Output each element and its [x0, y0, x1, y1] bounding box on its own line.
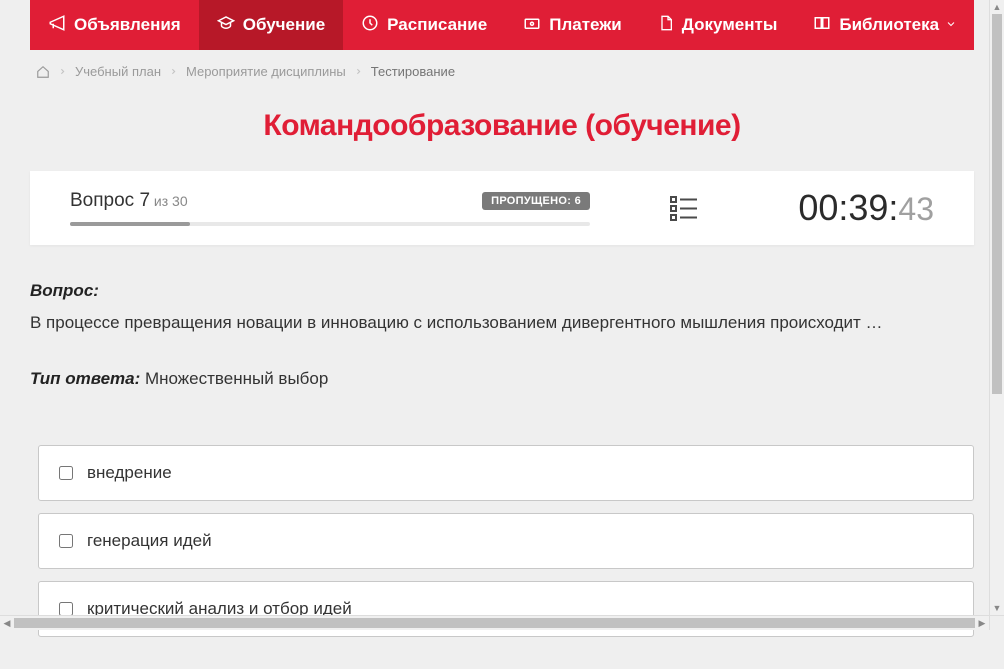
- breadcrumb: Учебный план Мероприятие дисциплины Тест…: [36, 64, 974, 79]
- progress-block: Вопрос 7 из 30 ПРОПУЩЕНО: 6: [70, 190, 590, 226]
- chevron-right-icon: [354, 64, 363, 79]
- payment-icon: [523, 14, 541, 37]
- timer-seconds: 43: [898, 191, 934, 228]
- question-area: Вопрос: В процессе превращения новации в…: [30, 281, 974, 389]
- progress-bar: [70, 222, 590, 226]
- nav-label: Платежи: [549, 15, 622, 35]
- cap-icon: [217, 14, 235, 37]
- document-icon: [658, 14, 674, 37]
- options-list: внедрение генерация идей критический ана…: [38, 445, 974, 637]
- timer: 00:39:43: [798, 187, 934, 229]
- option-checkbox[interactable]: [59, 466, 73, 480]
- home-icon[interactable]: [36, 65, 50, 79]
- nav-label: Расписание: [387, 15, 487, 35]
- skipped-badge: ПРОПУЩЕНО: 6: [482, 192, 590, 210]
- question-total: из 30: [150, 193, 188, 209]
- main-nav: Объявления Обучение Расписание Платежи Д…: [30, 0, 974, 50]
- megaphone-icon: [48, 14, 66, 37]
- breadcrumb-link-plan[interactable]: Учебный план: [75, 64, 161, 79]
- quiz-panel: Вопрос 7 из 30 ПРОПУЩЕНО: 6 00:39:43: [30, 171, 974, 245]
- nav-label: Документы: [682, 15, 778, 35]
- nav-payments[interactable]: Платежи: [505, 0, 640, 50]
- nav-label: Обучение: [243, 15, 325, 35]
- book-icon: [813, 14, 831, 37]
- timer-main: 00:39:: [798, 187, 898, 229]
- scroll-right-arrow[interactable]: ▶: [975, 616, 989, 631]
- option-checkbox[interactable]: [59, 534, 73, 548]
- option-1[interactable]: внедрение: [38, 445, 974, 501]
- answer-type-label: Тип ответа:: [30, 369, 140, 388]
- clock-icon: [361, 14, 379, 37]
- chevron-right-icon: [169, 64, 178, 79]
- page-title: Командообразование (обучение): [0, 109, 1004, 143]
- scroll-down-arrow[interactable]: ▼: [990, 601, 1004, 615]
- chevron-down-icon: [945, 15, 957, 35]
- nav-schedule[interactable]: Расписание: [343, 0, 505, 50]
- progress-fill: [70, 222, 190, 226]
- nav-label: Библиотека: [839, 15, 939, 35]
- chevron-right-icon: [58, 64, 67, 79]
- question-text: В процессе превращения новации в инновац…: [30, 311, 974, 335]
- answer-type-value: Множественный выбор: [140, 369, 328, 388]
- horizontal-scrollbar[interactable]: ◀ ▶: [0, 615, 989, 630]
- breadcrumb-link-activity[interactable]: Мероприятие дисциплины: [186, 64, 346, 79]
- nav-label: Объявления: [74, 15, 181, 35]
- nav-learning[interactable]: Обучение: [199, 0, 343, 50]
- nav-announcements[interactable]: Объявления: [30, 0, 199, 50]
- scroll-thumb-h[interactable]: [14, 618, 975, 628]
- option-2[interactable]: генерация идей: [38, 513, 974, 569]
- scroll-left-arrow[interactable]: ◀: [0, 616, 14, 631]
- option-label: генерация идей: [87, 531, 212, 551]
- option-checkbox[interactable]: [59, 602, 73, 616]
- nav-documents[interactable]: Документы: [640, 0, 796, 50]
- nav-library[interactable]: Библиотека: [795, 0, 975, 50]
- scroll-thumb[interactable]: [992, 14, 1002, 394]
- option-label: внедрение: [87, 463, 172, 483]
- vertical-scrollbar[interactable]: ▲ ▼: [989, 0, 1004, 615]
- question-list-toggle[interactable]: [670, 195, 698, 221]
- question-number: Вопрос 7: [70, 190, 150, 211]
- question-prefix: Вопрос:: [30, 281, 974, 301]
- scroll-up-arrow[interactable]: ▲: [990, 0, 1004, 14]
- scroll-corner: [989, 615, 1004, 630]
- breadcrumb-current: Тестирование: [371, 64, 455, 79]
